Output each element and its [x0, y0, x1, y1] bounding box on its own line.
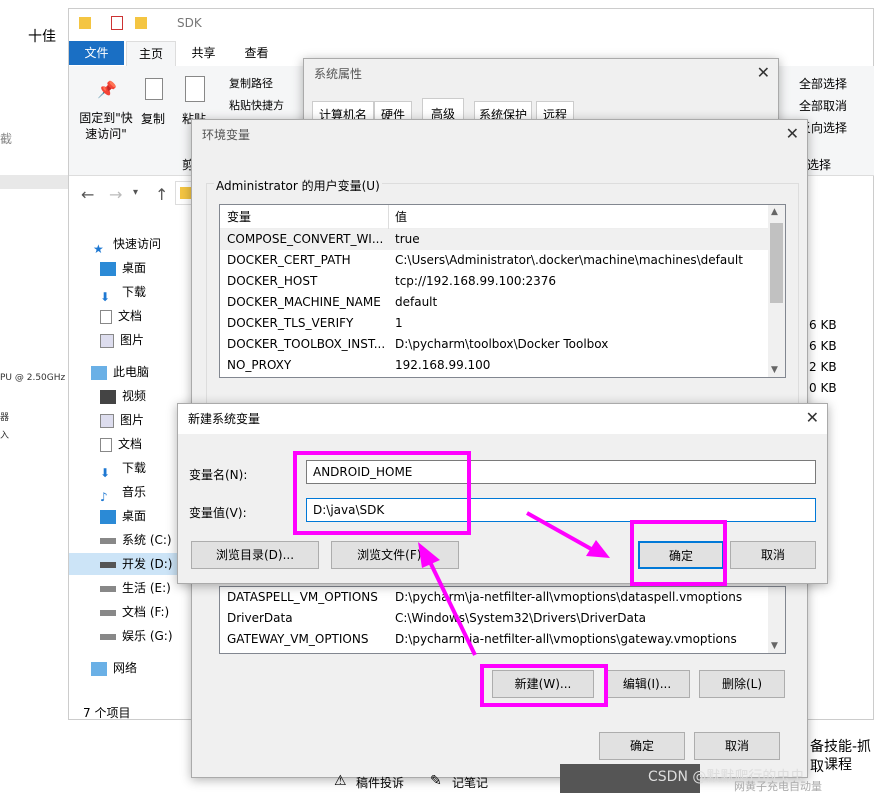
notes-icon: ✎ [430, 773, 442, 789]
notes-link[interactable]: 记笔记 [452, 774, 488, 791]
arrow-line [428, 561, 477, 656]
arrow-line [526, 511, 594, 552]
arrow-head [418, 542, 440, 568]
watermark-2: 网黄子充电自动量 [734, 780, 822, 793]
arrow-annotation [418, 511, 610, 656]
report-icon: ⚠ [334, 773, 347, 789]
report-link[interactable]: 稿件投诉 [356, 774, 404, 791]
course-text-2: 课程 [824, 757, 852, 773]
